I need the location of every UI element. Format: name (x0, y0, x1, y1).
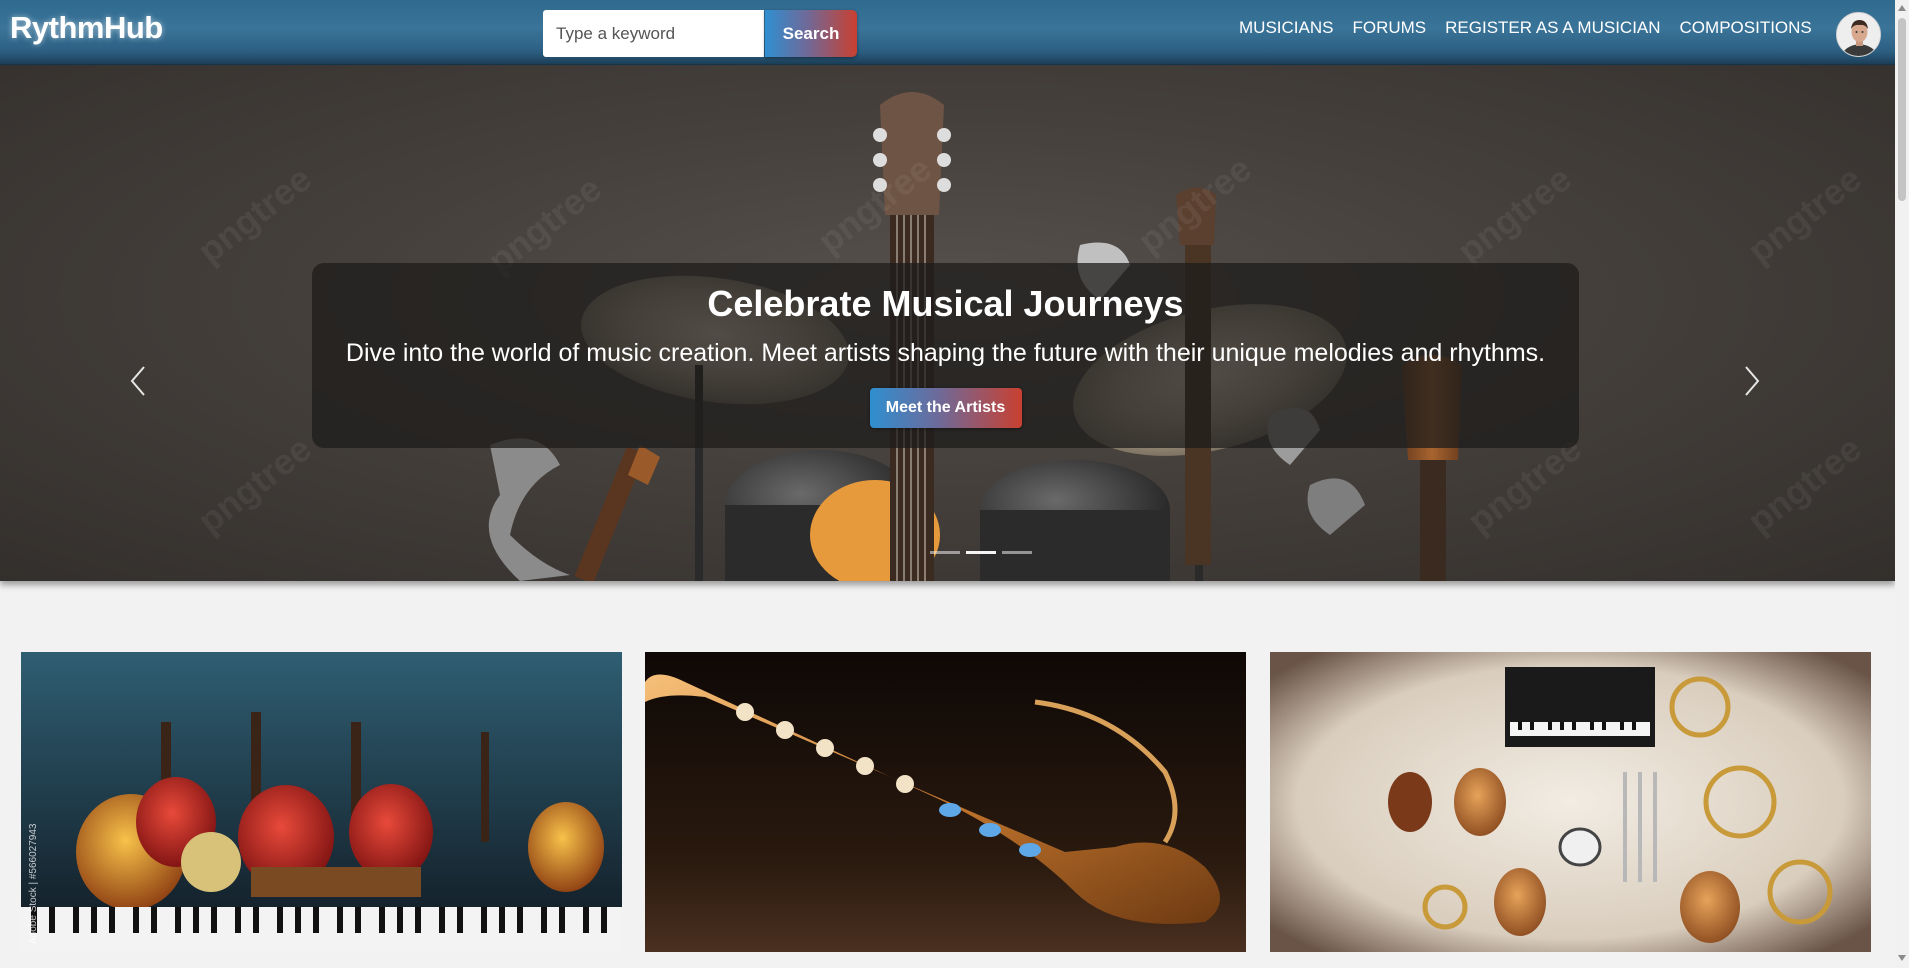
carousel-prev-button[interactable] (126, 361, 150, 401)
saxophone-image (645, 652, 1246, 952)
carousel-indicator-1[interactable] (930, 551, 960, 554)
nav-link-register-musician[interactable]: REGISTER AS A MUSICIAN (1445, 18, 1660, 38)
nav-link-compositions[interactable]: COMPOSITIONS (1680, 18, 1812, 38)
scroll-down-icon[interactable] (1897, 953, 1907, 963)
scroll-thumb[interactable] (1898, 18, 1906, 201)
svg-text:pngtree: pngtree (1450, 158, 1579, 272)
scroll-up-icon[interactable] (1897, 3, 1907, 13)
chevron-right-icon (1745, 366, 1760, 396)
nav-link-forums[interactable]: FORUMS (1352, 18, 1426, 38)
gallery-card-guitars[interactable]: Adobe Stock | #566027943 (21, 652, 622, 952)
adobe-stock-watermark: Adobe Stock | #566027943 (28, 823, 39, 944)
carousel-indicator-3[interactable] (1002, 551, 1032, 554)
nav-links: MUSICIANS FORUMS REGISTER AS A MUSICIAN … (1239, 18, 1812, 38)
nav-link-musicians[interactable]: MUSICIANS (1239, 18, 1333, 38)
svg-text:pngtree: pngtree (1740, 428, 1869, 542)
hero-caption: Celebrate Musical Journeys Dive into the… (312, 263, 1579, 448)
hero-carousel: pngtree pngtree pngtree pngtree pngtree … (0, 65, 1895, 581)
gallery-card-saxophone[interactable] (645, 652, 1246, 952)
page-scrollbar[interactable] (1895, 0, 1909, 968)
gallery-card-instruments[interactable] (1270, 652, 1871, 952)
carousel-next-button[interactable] (1740, 361, 1764, 401)
search-input[interactable] (543, 10, 764, 57)
carousel-indicator-2[interactable] (966, 551, 996, 554)
user-avatar[interactable] (1836, 12, 1881, 57)
guitars-image: Adobe Stock | #566027943 (21, 652, 622, 952)
meet-artists-button[interactable]: Meet the Artists (869, 388, 1022, 428)
carousel-indicators (930, 551, 1032, 554)
hero-description: Dive into the world of music creation. M… (345, 339, 1546, 367)
svg-text:pngtree: pngtree (190, 428, 319, 542)
search-button[interactable]: Search (765, 10, 857, 57)
top-navbar: RythmHub Search MUSICIANS FORUMS REGISTE… (0, 0, 1895, 65)
brand-logo[interactable]: RythmHub (10, 10, 163, 46)
instrument-collection-image (1270, 652, 1871, 952)
hero-title: Celebrate Musical Journeys (707, 283, 1184, 324)
svg-text:pngtree: pngtree (190, 158, 319, 272)
chevron-left-icon (130, 366, 145, 396)
svg-text:pngtree: pngtree (1740, 158, 1869, 272)
